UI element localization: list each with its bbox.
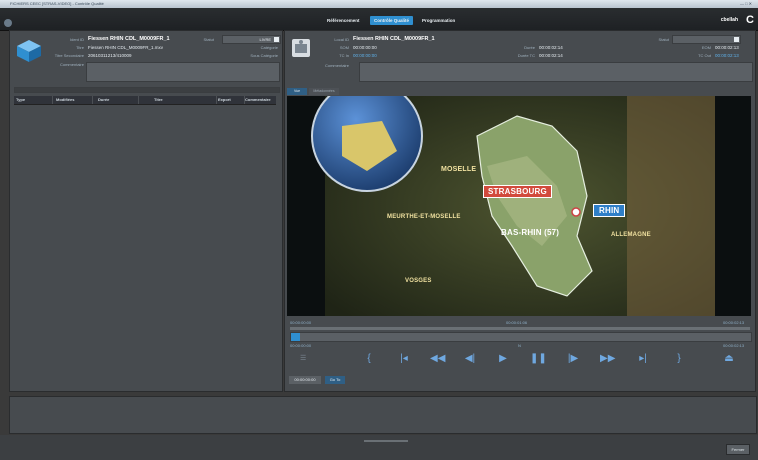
som-label: SOM [339,45,349,50]
map-label-moselle: MOSELLE [441,166,477,173]
ident-value: Fiessen RHIN CDL_M0009FR_1 [88,36,170,42]
bottom-panel [9,396,757,434]
step-forward-icon[interactable]: |▶ [566,354,580,364]
current-left: 00:00:00:00 [290,343,312,348]
statut-label: Statut [658,37,669,42]
window-title: FICHIERS CEEC [STRAS-VIDEO] - Contrôle Q… [10,1,104,6]
duree-tc-label: Durée TC [517,53,535,58]
col-duree[interactable]: Durée [92,96,139,104]
left-panel: Ident ID Fiessen RHIN CDL_M0009FR_1 Stat… [9,30,283,392]
timeline-track[interactable] [290,327,750,330]
commentaire-field[interactable] [86,62,280,82]
step-back-icon[interactable]: ◀| [463,354,477,364]
map-label-vosges: VOSGES [405,278,432,284]
user-name[interactable]: cbellah [721,17,738,23]
col-titre[interactable]: Titre [138,96,217,104]
duree-value: 00:00:02:14 [539,45,563,50]
eom-value: 00:00:02:13 [715,45,739,50]
globe-icon[interactable] [4,19,12,27]
pause-icon[interactable]: ❚❚ [530,354,547,364]
map-label-bas-rhin: BAS-RHIN (57) [501,228,560,237]
window-titlebar: FICHIERS CEEC [STRAS-VIDEO] - Contrôle Q… [0,0,758,8]
video-frame [311,96,715,316]
scrub-bar[interactable] [290,332,752,342]
goto-button[interactable]: Go To [325,376,345,384]
eom-label: EOM [701,45,711,50]
tc-out-label: TC Out [698,53,711,58]
top-navbar: Référencement Contrôle Qualité Programma… [0,8,758,31]
col-export[interactable]: Export [216,96,245,104]
status-select[interactable]: LIVRE [222,35,281,44]
ident-label: Ident ID [69,37,84,42]
footer: Fermer [0,435,758,460]
tc-in-label: TC In [339,53,349,58]
commentaire-label: Commentaire [59,62,84,67]
map-label-meurthe: MEURTHE-ET-MOSELLE [387,214,461,220]
fast-forward-icon[interactable]: ▶▶ [600,354,615,364]
col-modifiees[interactable]: Modifiées [52,96,93,104]
mark-in-icon[interactable]: { [362,354,376,364]
divider [14,87,280,93]
goto-in-icon[interactable]: |◂ [397,354,411,364]
chevron-down-icon [734,37,739,42]
map-label-strasbourg: STRASBOURG [483,185,552,198]
package-icon [17,40,41,62]
current-time[interactable]: 00:00:00:00 [289,376,321,384]
titre-secondaire-label: Titre Secondaire [54,53,84,58]
scrub-progress [291,333,301,341]
tc-in-value[interactable]: 00:00:00:00 [353,53,377,58]
tab-vue[interactable]: Vue [287,88,307,95]
play-icon[interactable]: ▶ [496,354,510,364]
tab-referencement[interactable]: Référencement [323,16,364,25]
video-player[interactable]: MOSELLE STRASBOURG RHIN MEURTHE-ET-MOSEL… [287,96,751,316]
categorie-label: Catégorie [260,45,278,50]
timeline-marker: N [518,343,521,348]
fichier-label: Titre [76,45,84,50]
map-label-rhin: RHIN [593,204,626,217]
status-value: LIVRE [259,37,271,42]
goto-out-icon[interactable]: ▸| [636,354,650,364]
timeline-end: 00:00:02:13 [723,320,745,325]
sous-categorie-label: Sous Catégorie [250,53,278,58]
local-id-value: Fiessen RHIN CDL_M0009FR_1 [353,36,435,42]
duree-tc-value: 00:00:02:14 [539,53,563,58]
right-commentaire-field[interactable] [359,62,753,82]
timeline-start: 00:00:00:00 [290,320,312,325]
timeline-middle: 00:00:01:06 [506,320,528,325]
duree-label: Durée [524,45,535,50]
splitter-handle[interactable] [364,440,408,442]
list-icon[interactable]: ☰ [300,354,316,362]
tab-programmation[interactable]: Programmation [418,16,459,25]
local-id-label: Local ID [334,37,349,42]
fichier-value: Fiessen RHIN CDL_M0009FR_1.mxv [88,45,164,50]
tab-controle-qualite[interactable]: Contrôle Qualité [370,16,414,25]
statut-select[interactable] [672,35,741,44]
current-right: 00:00:02:13 [723,343,745,348]
tab-metadonnees[interactable]: Métadonnées [309,88,339,95]
metadata-grid-header: Type Modifiées Durée Titre Export Commen… [14,96,276,105]
titre-secondaire-value: 20610311213/410009 [88,53,132,58]
col-type[interactable]: Type [14,96,53,104]
tc-out-value[interactable]: 00:00:02:13 [715,53,739,58]
rewind-icon[interactable]: ◀◀ [430,354,445,364]
close-button[interactable]: Fermer [726,444,750,455]
user-icon[interactable]: C [746,14,754,26]
right-commentaire-label: Commentaire [324,63,349,68]
status-label: Statut [203,37,214,42]
chevron-down-icon [274,37,279,42]
eject-icon[interactable]: ⏏ [722,354,736,364]
window-controls[interactable]: — □ ✕ [740,0,752,8]
som-value: 00:00:00:00 [353,45,377,50]
col-commentaire[interactable]: Commentaire [244,96,277,104]
media-file-icon [292,39,310,57]
map-label-allemagne: ALLEMAGNE [611,232,651,238]
mark-out-icon[interactable]: } [672,354,686,364]
